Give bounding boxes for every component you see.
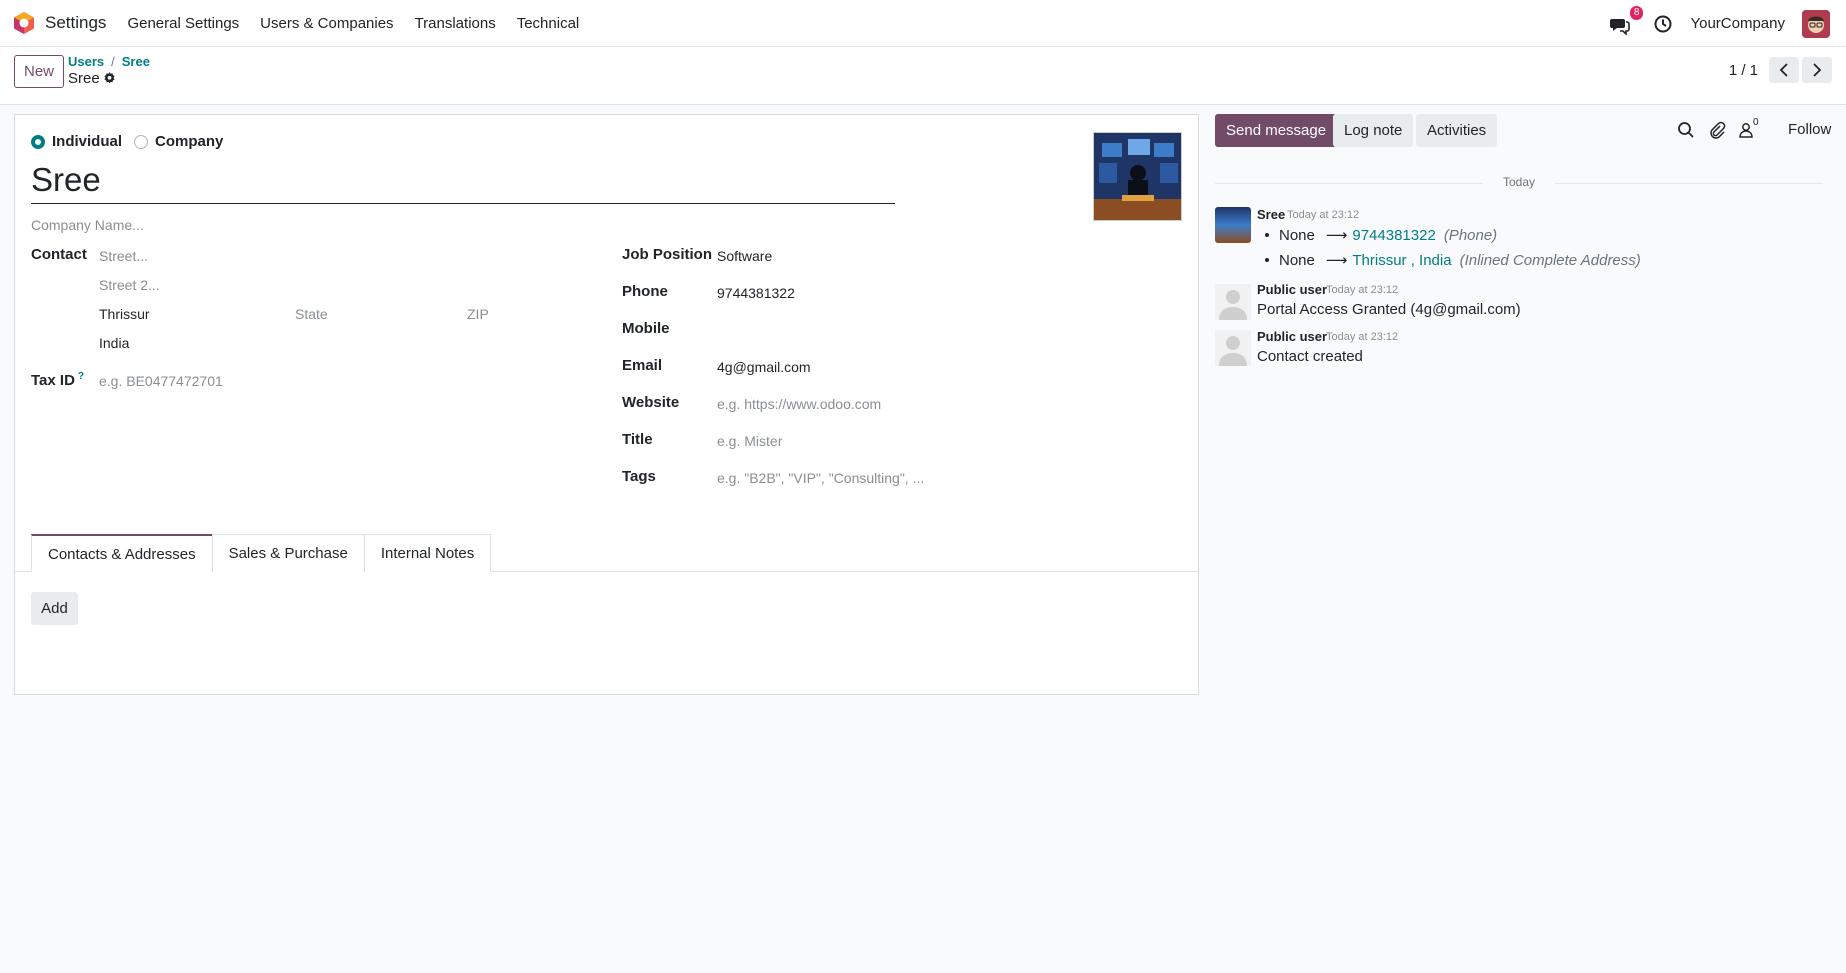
breadcrumb-sree[interactable]: Sree	[122, 54, 150, 69]
label-individual[interactable]: Individual	[52, 133, 122, 150]
field-name: (Phone)	[1443, 226, 1498, 244]
new-value: Thrissur , India	[1352, 251, 1452, 269]
chat-icon	[1610, 18, 1631, 36]
message-time: Today at 23:12	[1287, 209, 1360, 221]
mobile-input[interactable]	[717, 320, 1017, 338]
message-author[interactable]: Sree	[1257, 207, 1285, 222]
paperclip-icon[interactable]	[1708, 121, 1726, 139]
tab-sales-purchase[interactable]: Sales & Purchase	[211, 534, 365, 572]
message-author[interactable]: Public user	[1257, 282, 1327, 297]
street2-input[interactable]: Street 2...	[99, 277, 160, 293]
top-navbar: Settings General Settings Users & Compan…	[0, 0, 1846, 47]
activity-clock-icon[interactable]	[1654, 15, 1672, 33]
chevron-right-icon	[1813, 63, 1822, 77]
state-select[interactable]: State	[295, 306, 328, 322]
menu-technical[interactable]: Technical	[517, 15, 580, 32]
website-label: Website	[622, 394, 680, 411]
chevron-left-icon	[1779, 63, 1788, 77]
message-author[interactable]: Public user	[1257, 329, 1327, 344]
job-position-input[interactable]: Software	[717, 248, 772, 264]
form-sheet: Individual Company Sree Company Name... …	[14, 114, 1199, 695]
company-switcher[interactable]: YourCompany	[1690, 15, 1785, 32]
new-button[interactable]: New	[14, 55, 64, 88]
log-note-button[interactable]: Log note	[1333, 114, 1414, 147]
old-value: None	[1279, 226, 1315, 244]
follower-count: 0	[1753, 117, 1759, 128]
email-label: Email	[622, 357, 663, 374]
country-select[interactable]: India	[99, 335, 129, 351]
pager-next-button[interactable]	[1802, 57, 1832, 83]
odoo-logo-icon[interactable]	[12, 11, 36, 35]
gear-icon[interactable]	[103, 72, 116, 85]
breadcrumb-users[interactable]: Users	[68, 54, 104, 69]
tags-label: Tags	[622, 468, 656, 485]
field-name: (Inlined Complete Address)	[1459, 251, 1641, 269]
menu-translations[interactable]: Translations	[415, 15, 496, 32]
title-select[interactable]: e.g. Mister	[717, 433, 782, 449]
menu-general-settings[interactable]: General Settings	[127, 15, 239, 32]
tab-internal-notes[interactable]: Internal Notes	[363, 534, 492, 572]
contact-photo-image	[1094, 133, 1181, 220]
user-face-icon	[1802, 9, 1830, 38]
control-panel: New Users / Sree Sree 1 / 1	[0, 47, 1846, 105]
user-avatar[interactable]	[1802, 9, 1830, 38]
tags-input[interactable]: e.g. "B2B", "VIP", "Consulting", ...	[717, 470, 924, 486]
send-message-button[interactable]: Send message	[1215, 114, 1338, 147]
city-input[interactable]: Thrissur	[99, 306, 150, 322]
label-company[interactable]: Company	[155, 133, 223, 150]
app-name[interactable]: Settings	[45, 13, 106, 33]
current-record: Sree	[68, 70, 116, 87]
email-input[interactable]: 4g@gmail.com	[717, 359, 811, 375]
notebook-tabs: Contacts & Addresses Sales & Purchase In…	[31, 534, 492, 572]
search-icon[interactable]	[1677, 121, 1695, 139]
message-body: Contact created	[1257, 348, 1363, 365]
arrow-right-icon: ⟶	[1325, 227, 1348, 244]
tab-contacts-addresses[interactable]: Contacts & Addresses	[31, 534, 213, 572]
radio-individual[interactable]	[31, 134, 45, 149]
contact-photo[interactable]	[1093, 132, 1182, 221]
title-label: Title	[622, 431, 653, 448]
website-input[interactable]: e.g. https://www.odoo.com	[717, 396, 881, 412]
company-type-selector: Individual Company	[31, 133, 223, 150]
message-avatar[interactable]	[1215, 284, 1251, 320]
follow-button[interactable]: Follow	[1788, 121, 1831, 138]
default-user-icon	[1215, 284, 1251, 320]
zip-input[interactable]: ZIP	[467, 306, 489, 322]
pager-previous-button[interactable]	[1769, 57, 1799, 83]
date-separator: Today	[1215, 175, 1823, 189]
message-count-badge: 8	[1629, 5, 1644, 20]
message-body: Portal Access Granted (4g@gmail.com)	[1257, 301, 1521, 318]
contact-label: Contact	[31, 246, 87, 263]
breadcrumb: Users / Sree	[68, 54, 150, 69]
job-position-label: Job Position	[622, 246, 712, 263]
street-input[interactable]: Street...	[99, 248, 148, 264]
phone-label: Phone	[622, 283, 668, 300]
menu-users-companies[interactable]: Users & Companies	[260, 15, 393, 32]
tax-id-label: Tax ID?	[31, 371, 85, 389]
tax-help-icon[interactable]: ?	[78, 371, 84, 382]
mobile-label: Mobile	[622, 320, 670, 337]
tax-id-input[interactable]: e.g. BE0477472701	[99, 373, 223, 389]
arrow-right-icon: ⟶	[1325, 252, 1348, 269]
messaging-menu[interactable]: 8	[1610, 5, 1644, 36]
message-avatar[interactable]	[1215, 207, 1251, 243]
new-value: 9744381322	[1352, 226, 1436, 244]
old-value: None	[1279, 251, 1315, 269]
tracking-change: None ⟶ 9744381322 (Phone)	[1265, 226, 1497, 244]
default-user-icon	[1215, 330, 1251, 366]
message-time: Today at 23:12	[1326, 284, 1399, 296]
radio-company[interactable]	[134, 134, 149, 149]
current-record-name: Sree	[68, 70, 100, 87]
activities-button[interactable]: Activities	[1416, 114, 1498, 147]
phone-input[interactable]: 9744381322	[717, 285, 795, 301]
chatter: Send message Log note Activities 0 Follo…	[1215, 105, 1846, 973]
pager-value[interactable]: 1 / 1	[1729, 62, 1758, 79]
add-contact-button[interactable]: Add	[31, 592, 78, 625]
message-avatar[interactable]	[1215, 330, 1251, 366]
message-time: Today at 23:12	[1326, 331, 1399, 343]
name-input[interactable]: Sree	[31, 159, 895, 204]
tracking-change: None ⟶ Thrissur , India (Inlined Complet…	[1265, 251, 1641, 269]
company-name-input[interactable]: Company Name...	[31, 217, 144, 233]
